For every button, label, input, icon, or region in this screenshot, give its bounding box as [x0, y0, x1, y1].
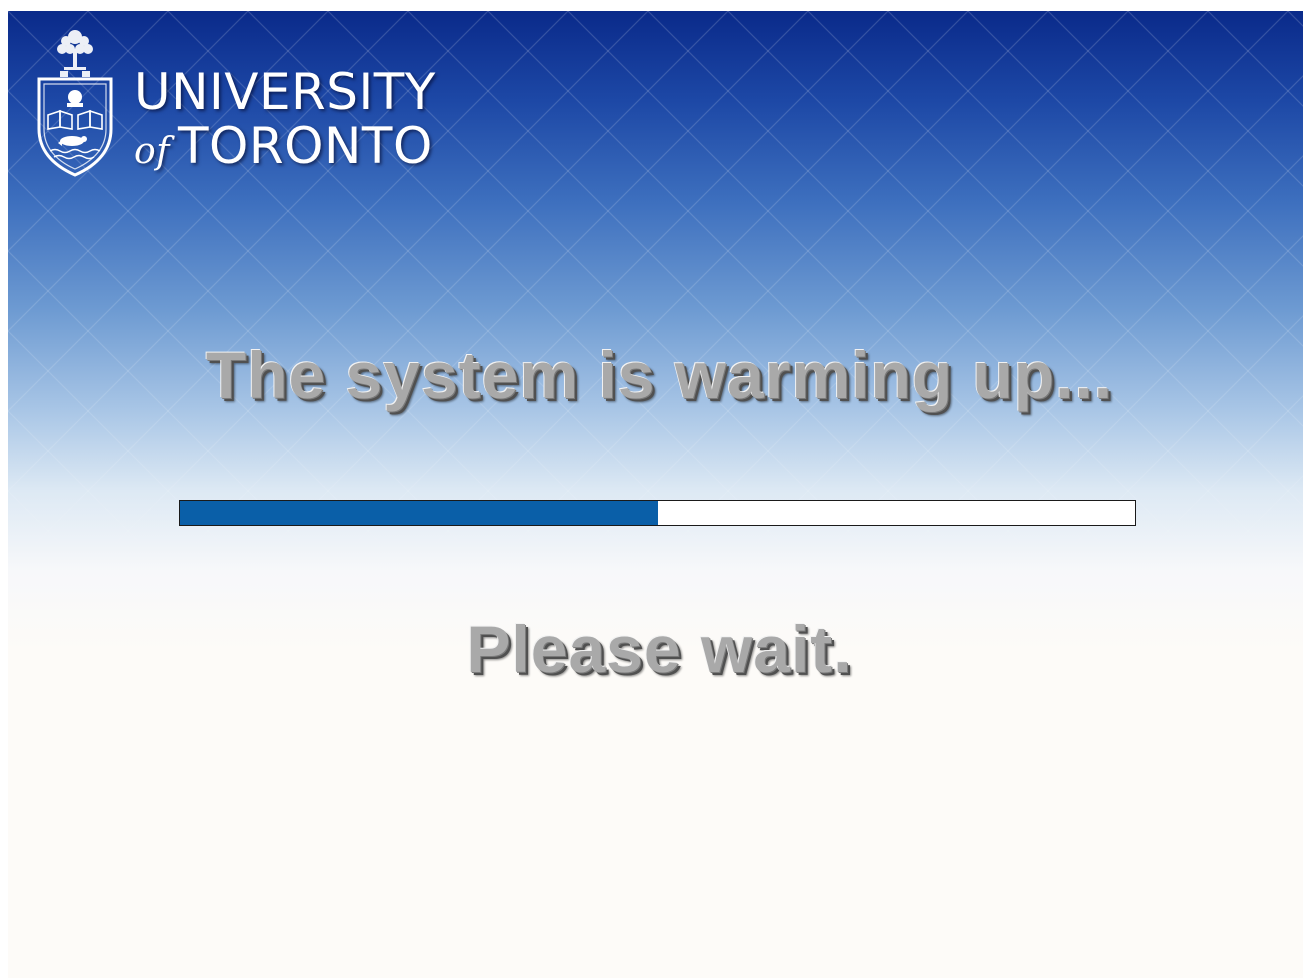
wordmark-toronto: TORONTO — [178, 117, 433, 175]
university-logo: UNIVERSITY of TORONTO — [30, 19, 470, 179]
university-wordmark: UNIVERSITY of TORONTO — [134, 65, 436, 179]
progress-bar — [179, 500, 1136, 526]
wordmark-line-toronto: of TORONTO — [134, 119, 436, 179]
please-wait-message: Please wait. — [466, 612, 853, 686]
university-crest-icon — [37, 30, 113, 177]
wordmark-line-university: UNIVERSITY — [134, 63, 436, 121]
warming-up-headline: The system is warming up... — [205, 338, 1114, 412]
wordmark-of: of — [134, 131, 170, 172]
warmup-screen: UNIVERSITY of TORONTO The system is warmi… — [8, 11, 1303, 978]
progress-bar-fill — [180, 501, 658, 525]
